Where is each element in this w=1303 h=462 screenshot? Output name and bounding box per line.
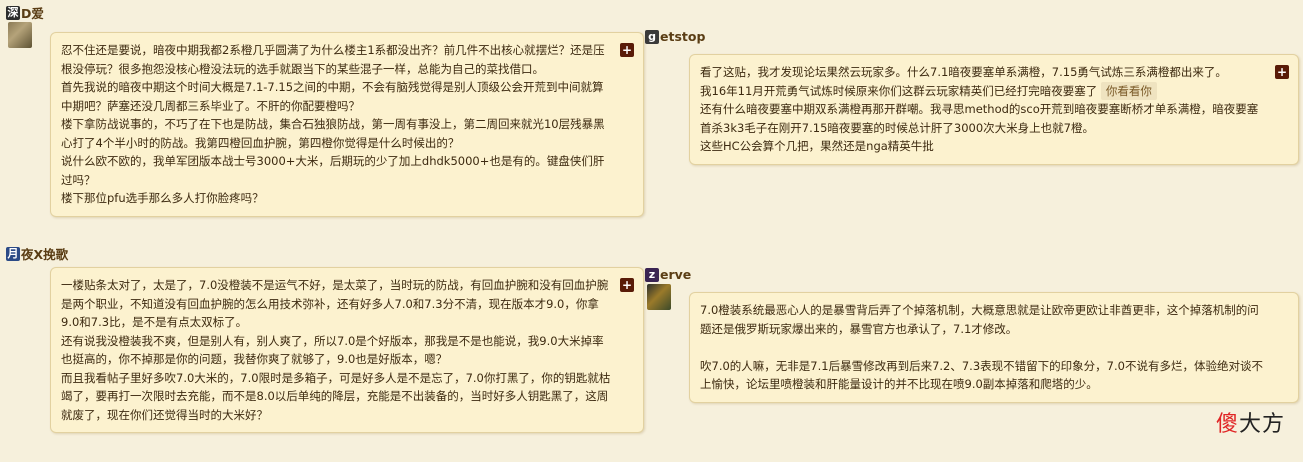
author-name: erve: [660, 267, 692, 282]
author-badge: 深: [6, 5, 20, 20]
author-name: 夜X挽歌: [21, 247, 69, 262]
post-line: 还有说我没橙装我不爽，但是别人有，别人爽了，所以7.0是个好版本，那我是不是也能…: [61, 333, 604, 367]
quote-link[interactable]: 你看看你: [1100, 81, 1157, 100]
watermark-part2: 大方: [1238, 412, 1285, 437]
post-bubble: + 一楼贴条太对了，太是了，7.0没橙装不是运气不好，是太菜了，当时玩的防战，有…: [50, 267, 644, 433]
post-4: z erve 7.0橙装系统最恶心人的是暴雪背后弄了个掉落机制，大概意思就是让欧…: [645, 266, 1299, 416]
author-name: etstop: [660, 29, 706, 44]
post-line: 看了这贴，我才发现论坛果然云玩家多。什么7.1暗夜要塞单系满橙，7.15勇气试炼…: [700, 65, 1227, 79]
post-line: 楼下那位pfu选手那么多人打你脸疼吗？: [61, 191, 264, 205]
post-line: 楼下拿防战说事的，不巧了在下也是防战，集合石独狼防战，第一周有事没上，第二周回来…: [61, 117, 605, 150]
post-line: 吹7.0的人嘛，无非是7.1后暴雪修改再到后来7.2、7.3表现不错留下的印象分…: [700, 358, 1263, 392]
post-1: 深 D爱 + 忍不住还是要说，暗夜中期我都2系橙几乎圆满了为什么楼主1系都没出齐…: [6, 4, 644, 240]
author-badge: 月: [6, 246, 20, 261]
watermark-part1: 傻: [1215, 412, 1239, 437]
post-3: 月 夜X挽歌 + 一楼贴条太对了，太是了，7.0没橙装不是运气不好，是太菜了，当…: [6, 245, 644, 460]
expand-button[interactable]: +: [620, 43, 634, 57]
post-line-text: 我16年11月开荒勇气试炼时候原来你们这群云玩家精英们已经打完暗夜要塞了: [700, 83, 1098, 98]
post-author[interactable]: 月 夜X挽歌: [6, 245, 642, 262]
user-avatar[interactable]: [647, 284, 671, 310]
post-bubble: + 忍不住还是要说，暗夜中期我都2系橙几乎圆满了为什么楼主1系都没出齐？前几件不…: [50, 32, 644, 217]
author-name: D爱: [21, 6, 44, 21]
expand-button[interactable]: +: [1275, 65, 1289, 79]
post-bubble: 7.0橙装系统最恶心人的是暴雪背后弄了个掉落机制，大概意思就是让欧帝更欧让非酋更…: [689, 292, 1299, 403]
author-badge: g: [645, 29, 659, 44]
post-line: 一楼贴条太对了，太是了，7.0没橙装不是运气不好，是太菜了，当时玩的防战，有回血…: [61, 278, 609, 329]
post-line: 这些HC公会算个几把，果然还是nga精英牛批: [700, 139, 934, 153]
expand-button[interactable]: +: [620, 278, 634, 292]
post-line: 说什么欧不欧的，我单军团版本战士号3000+大米，后期玩的少了加上dhdk500…: [61, 154, 605, 187]
post-line: 而且我看帖子里好多吹7.0大米的，7.0限时是多箱子，可是好多人是不是忘了，7.…: [61, 370, 611, 422]
post-line: 首先我说的暗夜中期这个时间大概是7.1-7.15之间的中期，不会有脑残觉得是别人…: [61, 80, 604, 113]
post-line: 我16年11月开荒勇气试炼时候原来你们这群云玩家精英们已经打完暗夜要塞了 你看看…: [700, 81, 1266, 100]
post-author[interactable]: g etstop: [645, 28, 1297, 45]
post-line: 忍不住还是要说，暗夜中期我都2系橙几乎圆满了为什么楼主1系都没出齐？前几件不出核…: [61, 43, 605, 76]
author-badge: z: [645, 267, 659, 282]
post-bubble: + 看了这贴，我才发现论坛果然云玩家多。什么7.1暗夜要塞单系满橙，7.15勇气…: [689, 54, 1299, 165]
post-author[interactable]: z erve: [645, 266, 1297, 283]
user-avatar[interactable]: [8, 22, 32, 48]
post-author[interactable]: 深 D爱: [6, 4, 642, 21]
post-line: 还有什么暗夜要塞中期双系满橙再那开群嘲。我寻思method的sco开荒到暗夜要塞…: [700, 102, 1259, 135]
post-2: g etstop + 看了这贴，我才发现论坛果然云玩家多。什么7.1暗夜要塞单系…: [645, 28, 1299, 178]
watermark-logo: 傻大方: [1216, 406, 1285, 438]
post-line: 7.0橙装系统最恶心人的是暴雪背后弄了个掉落机制，大概意思就是让欧帝更欧让非酋更…: [700, 303, 1259, 336]
